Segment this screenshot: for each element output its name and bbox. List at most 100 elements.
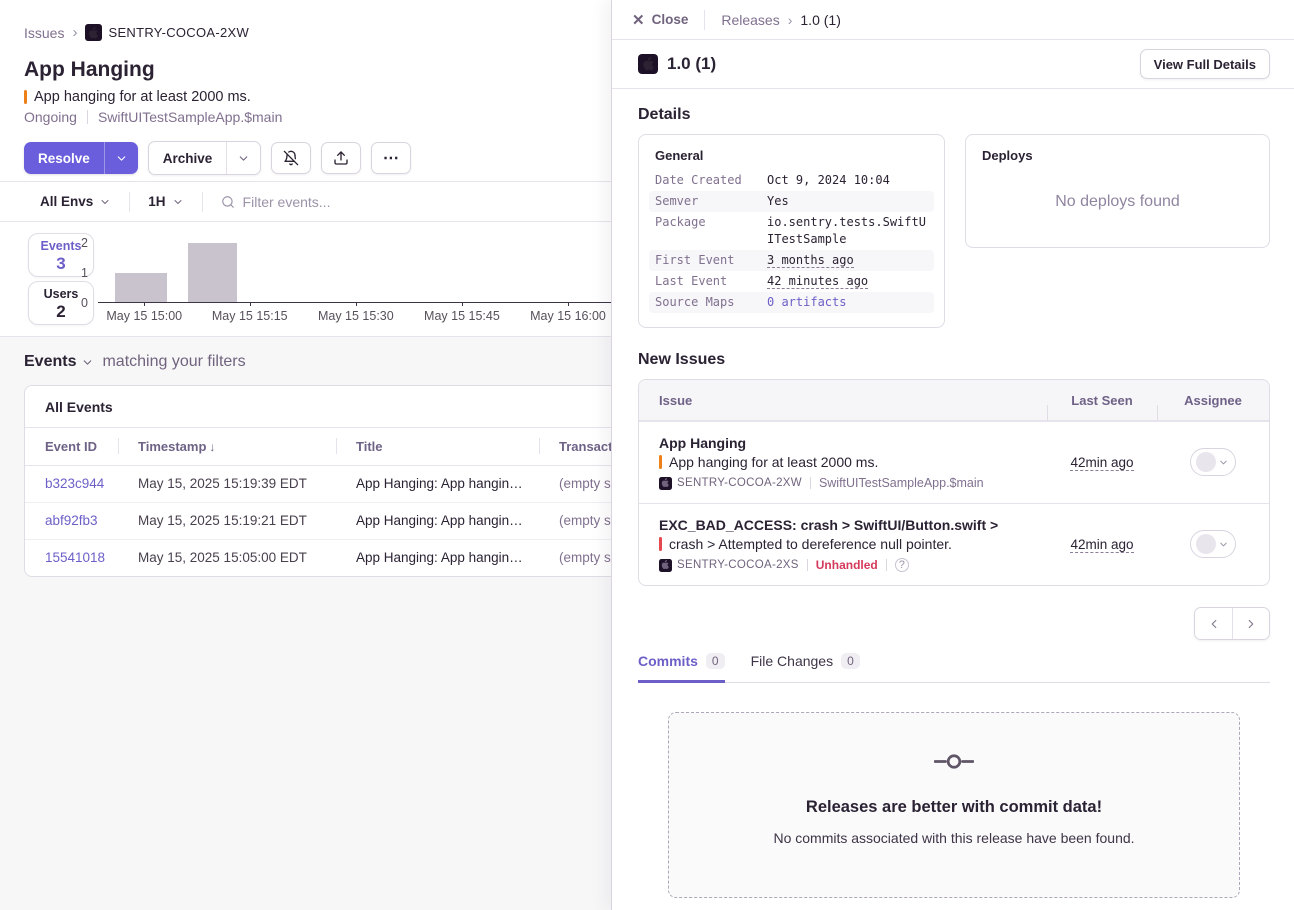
divider [129,192,130,212]
new-issues-table: Issue Last Seen Assignee App Hanging App… [638,379,1270,586]
divider [87,110,88,124]
event-graph-section: Events 3 Users 2 210 May 15 15:00May 15 … [0,222,612,337]
event-chart-xaxis: May 15 15:00May 15 15:15May 15 15:30May … [98,309,612,329]
view-full-details-button[interactable]: View Full Details [1140,49,1270,79]
issue-meta: SENTRY-COCOA-2XS Unhandled ? [659,558,1039,572]
assignee-dropdown[interactable] [1190,448,1236,476]
event-transaction: (empty string) [539,539,612,576]
avatar-placeholder [1196,534,1216,554]
breadcrumb-project: SENTRY-COCOA-2XW [85,24,249,41]
mute-notifications-button[interactable] [271,142,311,174]
event-table-row: b323c944 May 15, 2025 15:19:39 EDT App H… [25,465,612,502]
issue-title-link[interactable]: App Hanging [659,435,1039,451]
time-range-selector[interactable]: 1H [148,194,183,209]
tab-commits[interactable]: Commits 0 [638,653,725,683]
breadcrumb-issues-link[interactable]: Issues [24,25,64,41]
issue-title-link[interactable]: EXC_BAD_ACCESS: crash > SwiftUI/Button.s… [659,517,1039,533]
event-id-link[interactable]: 15541018 [45,550,105,565]
tab-file-changes-label: File Changes [751,653,834,669]
issue-message: crash > Attempted to dereference null po… [659,536,1039,552]
event-title: App Hanging: App hangin… [336,465,539,502]
issue-project-badge: SENTRY-COCOA-2XS [659,559,799,572]
next-page-button[interactable] [1232,608,1269,639]
environment-selector[interactable]: All Envs [40,194,111,209]
help-icon[interactable]: ? [895,558,909,572]
y-axis-tick-label: 1 [81,266,88,280]
details-heading: Details [638,106,1270,124]
time-range-label: 1H [148,194,165,209]
issue-meta-row: Ongoing SwiftUITestSampleApp.$main [24,109,282,125]
filter-bar: All Envs 1H [0,181,612,222]
chevron-down-icon [115,152,128,165]
new-issues-heading: New Issues [638,351,1270,369]
issue-subtitle: App hanging for at least 2000 ms. [24,89,251,105]
empty-state-message: No commits associated with this release … [689,830,1219,846]
x-axis-tick-label: May 15 15:15 [212,309,288,323]
divider [810,477,811,489]
column-timestamp[interactable]: Timestamp↓ [118,428,336,465]
column-transaction: Transaction [539,428,612,465]
kv-semver: Semver Yes [649,191,934,212]
new-issues-table-header: Issue Last Seen Assignee [639,380,1269,421]
divider [202,192,203,212]
chevron-down-icon [237,152,250,165]
event-id-link[interactable]: abf92fb3 [45,513,98,528]
tab-file-changes[interactable]: File Changes 0 [751,653,860,683]
x-axis-tick-label: May 15 16:00 [530,309,606,323]
assignee-cell [1157,448,1269,477]
bell-off-icon [283,150,299,166]
file-changes-count-badge: 0 [841,653,860,669]
chevron-down-icon [99,196,111,208]
events-table: Event ID Timestamp↓ Title Transaction b3… [25,428,612,576]
new-issue-row: EXC_BAD_ACCESS: crash > SwiftUI/Button.s… [639,503,1269,585]
x-axis-tick-label: May 15 15:00 [106,309,182,323]
event-chart-yaxis: 210 [60,236,88,310]
assignee-dropdown[interactable] [1190,530,1236,558]
events-section-title: Events [24,353,76,371]
apple-platform-icon [659,559,672,572]
archive-dropdown-button[interactable] [226,142,260,174]
share-button[interactable] [321,142,361,174]
issue-culprit: SwiftUITestSampleApp.$main [819,476,984,490]
close-icon: ✕ [632,11,645,29]
close-drawer-button[interactable]: ✕ Close [632,11,688,29]
chevron-right-icon: › [788,12,793,28]
breadcrumb: Issues › SENTRY-COCOA-2XW [24,24,249,41]
drawer-header: ✕ Close Releases › 1.0 (1) [612,0,1294,40]
commit-icon [934,753,974,770]
kv-date-created: Date Created Oct 9, 2024 10:04 [649,170,934,191]
page-title: App Hanging [24,58,155,82]
last-seen-cell: 42min ago [1047,454,1157,472]
apple-platform-icon [659,477,672,490]
artifacts-link[interactable]: 0 artifacts [767,295,846,309]
event-id-link[interactable]: b323c944 [45,476,104,491]
archive-button[interactable]: Archive [149,142,227,174]
last-seen-cell: 42min ago [1047,536,1157,554]
chart-bar [188,243,237,302]
search-input[interactable] [243,194,543,210]
resolve-button[interactable]: Resolve [24,142,104,174]
column-event-id: Event ID [25,428,118,465]
project-slug: SENTRY-COCOA-2XW [108,25,249,40]
unhandled-tag: Unhandled [816,558,878,572]
issue-message: App hanging for at least 2000 ms. [34,89,251,105]
x-axis-tick-label: May 15 15:45 [424,309,500,323]
more-options-button[interactable]: ⋯ [371,142,411,174]
events-section-selector[interactable]: Events [24,353,94,371]
close-label: Close [652,12,689,27]
resolve-dropdown-button[interactable] [104,142,138,174]
issue-culprit: SwiftUITestSampleApp.$main [98,109,282,125]
avatar-placeholder [1196,452,1216,472]
issue-meta: SENTRY-COCOA-2XW SwiftUITestSampleApp.$m… [659,476,1039,490]
y-axis-tick-label: 2 [81,236,88,250]
general-card: General Date Created Oct 9, 2024 10:04 S… [638,134,945,328]
all-events-title: All Events [25,386,612,428]
breadcrumb-releases-link[interactable]: Releases [721,12,779,28]
chevron-right-icon [1244,617,1258,631]
deploys-card: Deploys No deploys found [965,134,1270,248]
release-title: 1.0 (1) [638,54,716,74]
previous-page-button[interactable] [1195,608,1232,639]
assignee-cell [1157,530,1269,559]
divider [807,559,808,571]
release-version: 1.0 (1) [667,54,716,74]
